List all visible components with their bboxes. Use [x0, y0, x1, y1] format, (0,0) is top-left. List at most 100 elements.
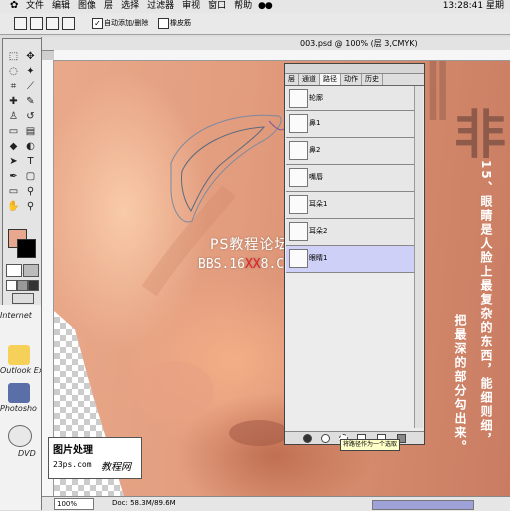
- menu-select[interactable]: 选择: [121, 0, 139, 13]
- marquee-tool-icon[interactable]: ⬚: [5, 49, 22, 64]
- menu-file[interactable]: 文件: [26, 0, 44, 13]
- path-thumbnail: [289, 89, 308, 108]
- magic-wand-tool-icon[interactable]: ✦: [22, 64, 39, 79]
- move-tool-icon[interactable]: ✥: [22, 49, 39, 64]
- menu-window[interactable]: 窗口: [208, 0, 226, 13]
- paths-palette: 层 通道 路径 动作 历史 轮廓 鼻1 鼻2 嘴唇 耳朵1 耳朵2 眼睛1: [284, 63, 425, 445]
- add-path-mode-icon[interactable]: [30, 17, 43, 30]
- path-name: 鼻2: [309, 146, 321, 154]
- menu-layer[interactable]: 层: [104, 0, 113, 13]
- screen-mode-full-icon[interactable]: [17, 280, 28, 291]
- top-ruler: [54, 50, 510, 61]
- desktop-label-outlook: Outlook Ex: [0, 366, 44, 375]
- outlook-icon[interactable]: [8, 345, 30, 365]
- path-row-ear2[interactable]: 耳朵2: [286, 219, 414, 246]
- document-title: 003.psd @ 100% (层 3,CMYK): [300, 39, 418, 48]
- eraser-tool-icon[interactable]: ▭: [5, 124, 22, 139]
- horizontal-scrollbar[interactable]: [372, 500, 474, 510]
- tool-grid: ⬚ ✥ ◌ ✦ ⌗ ⟋ ✚ ✎ ♙ ↺ ▭ ▤ ◆ ◐ ➤ T ✒ ▢ ▭ ⚲ …: [5, 49, 39, 214]
- notes-tool-icon[interactable]: ▭: [5, 184, 22, 199]
- left-ruler: [42, 60, 54, 496]
- watermark-url-highlight: XX: [244, 257, 261, 272]
- standard-mode-icon[interactable]: [6, 264, 22, 277]
- screen-mode-black-icon[interactable]: [28, 280, 39, 291]
- path-select-tool-icon[interactable]: ➤: [5, 154, 22, 169]
- background-color-swatch[interactable]: [17, 239, 36, 258]
- quick-mask-icon[interactable]: [23, 264, 39, 277]
- menu-items: 文件 编辑 图像 层 选择 过滤器 审视 窗口 帮助: [26, 0, 252, 13]
- menu-view[interactable]: 审视: [182, 0, 200, 13]
- tab-layers[interactable]: 层: [285, 74, 299, 85]
- path-row-eye1[interactable]: 眼睛1: [286, 246, 414, 273]
- palette-title-bar[interactable]: [285, 64, 424, 74]
- zoom-tool-icon[interactable]: ⚲: [22, 199, 39, 214]
- path-row-nose1[interactable]: 鼻1: [286, 111, 414, 138]
- rubber-band-checkbox[interactable]: [158, 18, 169, 29]
- doc-size-info: Doc: 58.3M/89.6M: [112, 499, 176, 507]
- new-path-mode-icon[interactable]: [14, 17, 27, 30]
- tutorial-text-col1: 15、眼睛是人脸上最复杂的东西，能细则细，: [479, 160, 493, 447]
- watermark-url-part1: BBS.16: [198, 257, 245, 272]
- desktop-label-dvd: DVD: [18, 449, 36, 458]
- path-name: 轮廓: [309, 94, 323, 102]
- jump-to-imageready-icon[interactable]: [12, 293, 34, 304]
- path-row-nose2[interactable]: 鼻2: [286, 138, 414, 165]
- pen-tool-icon[interactable]: ✒: [5, 169, 22, 184]
- path-row-ear1[interactable]: 耳朵1: [286, 192, 414, 219]
- tab-history[interactable]: 历史: [362, 74, 383, 85]
- slice-tool-icon[interactable]: ⟋: [22, 79, 39, 94]
- path-thumbnail: [289, 222, 308, 241]
- subtract-path-mode-icon[interactable]: [46, 17, 59, 30]
- tab-channels[interactable]: 通道: [299, 74, 320, 85]
- dodge-tool-icon[interactable]: ◐: [22, 139, 39, 154]
- stamp-tool-icon[interactable]: ♙: [5, 109, 22, 124]
- apple-menu-icon[interactable]: ✿: [10, 0, 18, 11]
- stamp-title: 图片处理: [53, 445, 93, 456]
- hand-tool-icon[interactable]: ✋: [5, 199, 22, 214]
- crop-tool-icon[interactable]: ⌗: [5, 79, 22, 94]
- tooltip: 将路径作为一个选取: [340, 439, 401, 451]
- tab-paths[interactable]: 路径: [320, 74, 341, 85]
- menu-filter[interactable]: 过滤器: [147, 0, 174, 13]
- path-name: 眼睛1: [309, 254, 328, 262]
- menu-edit[interactable]: 编辑: [52, 0, 70, 13]
- path-row-lips[interactable]: 嘴唇: [286, 165, 414, 192]
- corner-title: 非: [454, 106, 507, 166]
- menu-help[interactable]: 帮助: [234, 0, 252, 13]
- watermark-forum: PS教程论坛: [210, 237, 290, 253]
- desktop-label-photoshop: Photosho: [0, 404, 37, 413]
- stroke-path-icon[interactable]: [321, 434, 330, 443]
- menu-bar: ✿ 文件 编辑 图像 层 选择 过滤器 审视 窗口 帮助 ●● 13:28:41…: [0, 0, 510, 14]
- type-tool-icon[interactable]: T: [22, 154, 39, 169]
- eyes-icon: ●●: [258, 1, 273, 11]
- path-name: 嘴唇: [309, 173, 323, 181]
- zoom-field[interactable]: 100%: [54, 498, 94, 510]
- options-bar: ✓ 自动添加/删除 橡皮筋: [0, 13, 510, 35]
- history-brush-tool-icon[interactable]: ↺: [22, 109, 39, 124]
- menu-image[interactable]: 图像: [78, 0, 96, 13]
- fill-path-icon[interactable]: [303, 434, 312, 443]
- healing-tool-icon[interactable]: ✚: [5, 94, 22, 109]
- image-canvas[interactable]: ‖ 非: [54, 61, 510, 496]
- eyedropper-tool-icon[interactable]: ⚲: [22, 184, 39, 199]
- desktop-label-internet: Internet: [0, 311, 32, 320]
- palette-scrollbar[interactable]: [414, 86, 423, 428]
- tab-actions[interactable]: 动作: [341, 74, 362, 85]
- lasso-tool-icon[interactable]: ◌: [5, 64, 22, 79]
- path-list: 轮廓 鼻1 鼻2 嘴唇 耳朵1 耳朵2 眼睛1: [286, 86, 414, 273]
- screen-mode-standard-icon[interactable]: [6, 280, 17, 291]
- gradient-tool-icon[interactable]: ▤: [22, 124, 39, 139]
- path-thumbnail: [289, 195, 308, 214]
- brush-tool-icon[interactable]: ✎: [22, 94, 39, 109]
- path-row-outline[interactable]: 轮廓: [286, 86, 414, 111]
- eye-path-outline[interactable]: [54, 61, 510, 496]
- site-stamp: 图片处理 23ps.com 教程网: [48, 437, 142, 479]
- photoshop-icon[interactable]: [8, 383, 30, 403]
- auto-add-checkbox[interactable]: ✓: [92, 18, 103, 29]
- intersect-path-mode-icon[interactable]: [62, 17, 75, 30]
- stamp-subtitle: 教程网: [101, 462, 131, 473]
- shape-tool-icon[interactable]: ▢: [22, 169, 39, 184]
- dvd-icon[interactable]: [8, 425, 32, 447]
- blur-tool-icon[interactable]: ◆: [5, 139, 22, 154]
- document-title-bar: 003.psd @ 100% (层 3,CMYK): [42, 37, 510, 51]
